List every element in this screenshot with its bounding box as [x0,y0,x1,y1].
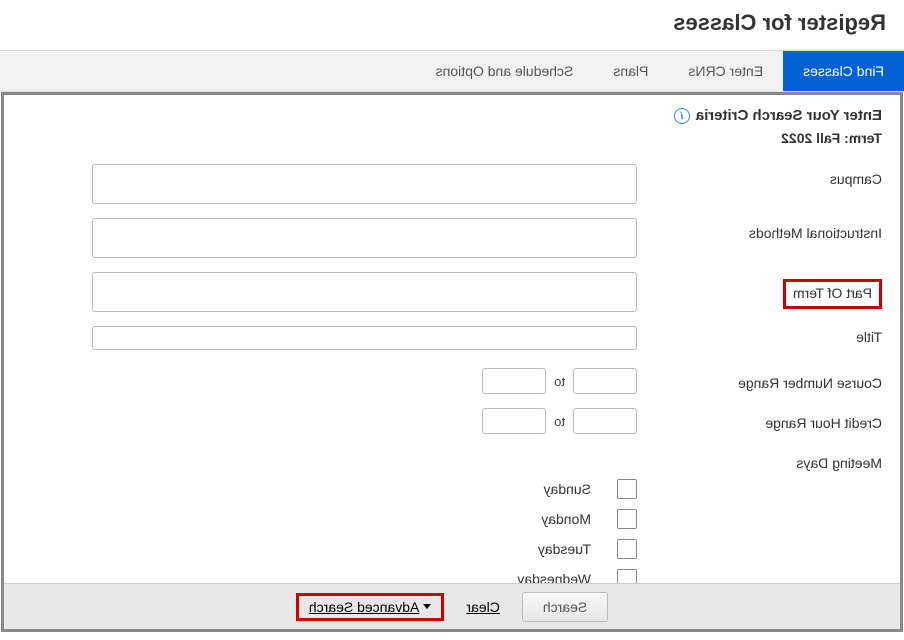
tabs-bar: Find Classes Enter CRNs Plans Schedule a… [0,50,904,92]
tab-find-classes[interactable]: Find Classes [783,51,904,91]
range-sep-2: to [554,414,565,429]
row-course-number-range: Course Number Range to [22,368,882,394]
label-title: Title [637,326,882,345]
label-meeting-days: Meeting Days [637,448,882,471]
day-label-tuesday: Tuesday [538,541,591,557]
label-part-of-term: Part Of Term [637,272,882,309]
part-of-term-input[interactable] [92,272,637,312]
label-course-number-range: Course Number Range [637,368,882,391]
caret-down-icon [423,604,431,609]
campus-input[interactable] [92,164,637,204]
search-panel: Enter Your Search Criteria i Term: Fall … [1,92,903,632]
day-row-sunday: Sunday [22,479,882,499]
row-title: Title [22,326,882,350]
day-row-tuesday: Tuesday [22,539,882,559]
course-number-from[interactable] [573,368,637,394]
info-icon[interactable]: i [674,108,690,124]
checkbox-monday[interactable] [617,509,637,529]
checkbox-tuesday[interactable] [617,539,637,559]
term-line: Term: Fall 2022 [22,130,882,146]
criteria-heading: Enter Your Search Criteria i [22,107,882,124]
page-title: Register for Classes [0,0,904,50]
credit-hour-to[interactable] [482,408,546,434]
label-credit-hour-range: Credit Hour Range [637,408,882,431]
term-prefix: Term: [844,130,882,146]
day-label-monday: Monday [541,511,591,527]
tab-plans[interactable]: Plans [593,51,668,91]
bottom-bar: Search Clear Advanced Search [4,583,900,629]
advanced-search-link[interactable]: Advanced Search [309,599,420,615]
checkbox-sunday[interactable] [617,479,637,499]
row-part-of-term: Part Of Term [22,272,882,312]
term-value: Fall 2022 [781,130,840,146]
label-part-of-term-text: Part Of Term [783,279,882,309]
tab-schedule-options[interactable]: Schedule and Options [416,51,594,91]
row-meeting-days: Meeting Days [22,448,882,471]
label-instructional-methods: Instructional Methods [637,218,882,241]
label-campus: Campus [637,164,882,187]
row-instructional-methods: Instructional Methods [22,218,882,258]
day-row-monday: Monday [22,509,882,529]
criteria-heading-text: Enter Your Search Criteria [696,107,882,124]
range-sep-1: to [554,374,565,389]
advanced-search-wrap: Advanced Search [296,593,445,621]
title-input[interactable] [92,326,637,350]
row-credit-hour-range: Credit Hour Range to [22,408,882,434]
tab-enter-crns[interactable]: Enter CRNs [668,51,783,91]
credit-hour-from[interactable] [573,408,637,434]
row-campus: Campus [22,164,882,204]
day-label-sunday: Sunday [544,481,591,497]
search-button[interactable]: Search [522,592,608,622]
course-number-to[interactable] [482,368,546,394]
instructional-methods-input[interactable] [92,218,637,258]
clear-link[interactable]: Clear [466,599,499,615]
form-area: Campus Instructional Methods Part Of Ter… [22,160,882,589]
